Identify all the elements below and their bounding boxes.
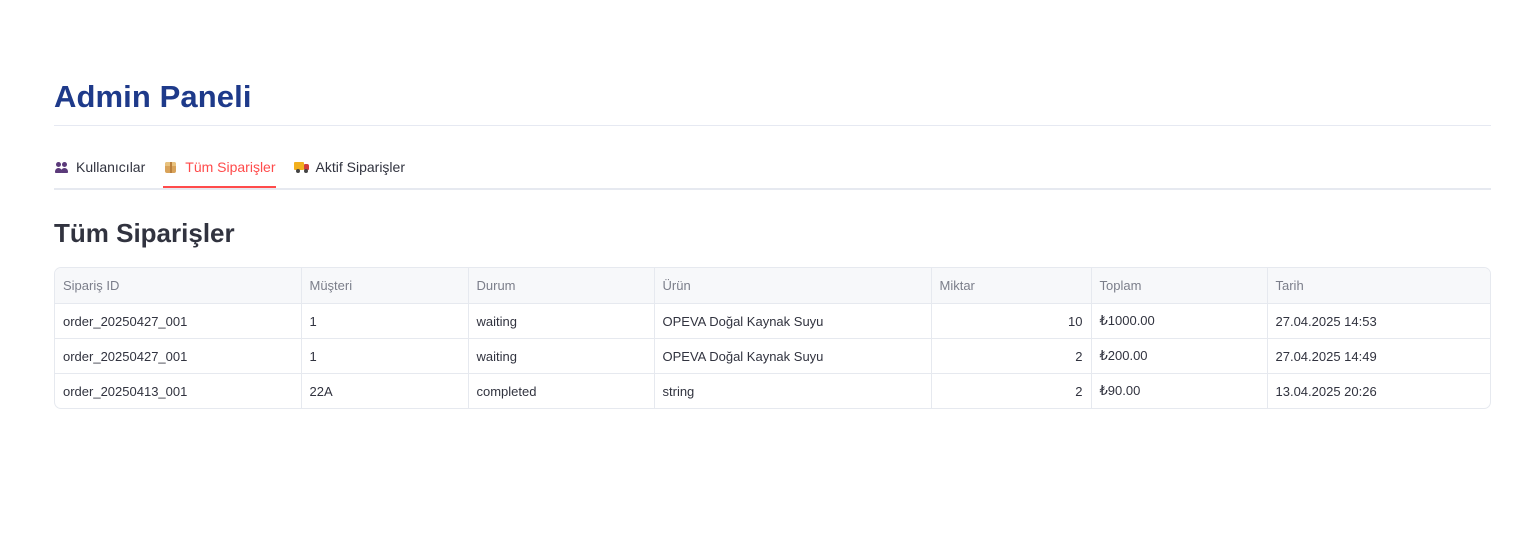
title-divider [54, 125, 1491, 126]
status-cell[interactable]: waiting [468, 338, 655, 374]
table-row[interactable]: order_20250413_001 22A completed string … [55, 373, 1490, 409]
quantity-cell[interactable]: 2 [931, 373, 1092, 408]
page-title: Admin Paneli [54, 79, 252, 114]
order-id-cell[interactable]: order_20250427_001 [55, 303, 302, 339]
customer-cell[interactable]: 1 [301, 338, 469, 374]
page: Admin Paneli Kullanıcılar Tüm Siparişler [0, 0, 1522, 553]
column-header[interactable]: Miktar [931, 268, 1092, 304]
date-cell[interactable]: 13.04.2025 20:26 [1267, 374, 1490, 409]
tab-active-orders[interactable]: Aktif Siparişler [293, 147, 405, 186]
tab-bar: Kullanıcılar Tüm Siparişler Aktif Sipari… [54, 147, 1491, 190]
product-cell[interactable]: OPEVA Doğal Kaynak Suyu [654, 303, 932, 339]
quantity-cell[interactable]: 2 [931, 338, 1092, 374]
truck-icon [293, 160, 310, 174]
total-cell[interactable]: ₺1000.00 [1091, 303, 1268, 339]
date-cell[interactable]: 27.04.2025 14:53 [1267, 303, 1490, 339]
table-row[interactable]: order_20250427_001 1 waiting OPEVA Doğal… [55, 303, 1490, 339]
column-header[interactable]: Toplam [1091, 268, 1268, 304]
date-cell[interactable]: 27.04.2025 14:49 [1267, 338, 1490, 374]
tab-all-orders[interactable]: Tüm Siparişler [163, 147, 276, 188]
customer-cell[interactable]: 22A [301, 373, 469, 408]
column-header[interactable]: Tarih [1267, 268, 1490, 304]
column-header[interactable]: Sipariş ID [55, 268, 302, 304]
status-cell[interactable]: waiting [468, 303, 655, 339]
tab-all-orders-label: Tüm Siparişler [185, 159, 276, 175]
product-cell[interactable]: string [654, 373, 932, 408]
package-icon [163, 160, 179, 174]
product-cell[interactable]: OPEVA Doğal Kaynak Suyu [654, 338, 932, 374]
table-row[interactable]: order_20250427_001 1 waiting OPEVA Doğal… [55, 338, 1490, 374]
section-title: Tüm Siparişler [54, 218, 235, 248]
quantity-cell[interactable]: 10 [931, 303, 1092, 339]
column-header[interactable]: Müşteri [301, 268, 469, 304]
tab-active-orders-label: Aktif Siparişler [315, 159, 405, 175]
order-id-cell[interactable]: order_20250413_001 [55, 373, 302, 408]
total-cell[interactable]: ₺200.00 [1091, 338, 1268, 374]
column-header[interactable]: Ürün [654, 268, 932, 304]
tab-users[interactable]: Kullanıcılar [54, 147, 145, 186]
tab-users-label: Kullanıcılar [76, 159, 146, 175]
total-cell[interactable]: ₺90.00 [1091, 373, 1268, 408]
column-header[interactable]: Durum [468, 268, 655, 304]
status-cell[interactable]: completed [468, 373, 655, 408]
orders-table[interactable]: Sipariş ID Müşteri Durum Ürün Miktar Top… [54, 267, 1491, 409]
table-header-row: Sipariş ID Müşteri Durum Ürün Miktar Top… [55, 268, 1490, 304]
main-content: Admin Paneli Kullanıcılar Tüm Siparişler [54, 0, 1491, 409]
users-icon [54, 160, 70, 174]
order-id-cell[interactable]: order_20250427_001 [55, 338, 302, 374]
customer-cell[interactable]: 1 [301, 303, 469, 339]
